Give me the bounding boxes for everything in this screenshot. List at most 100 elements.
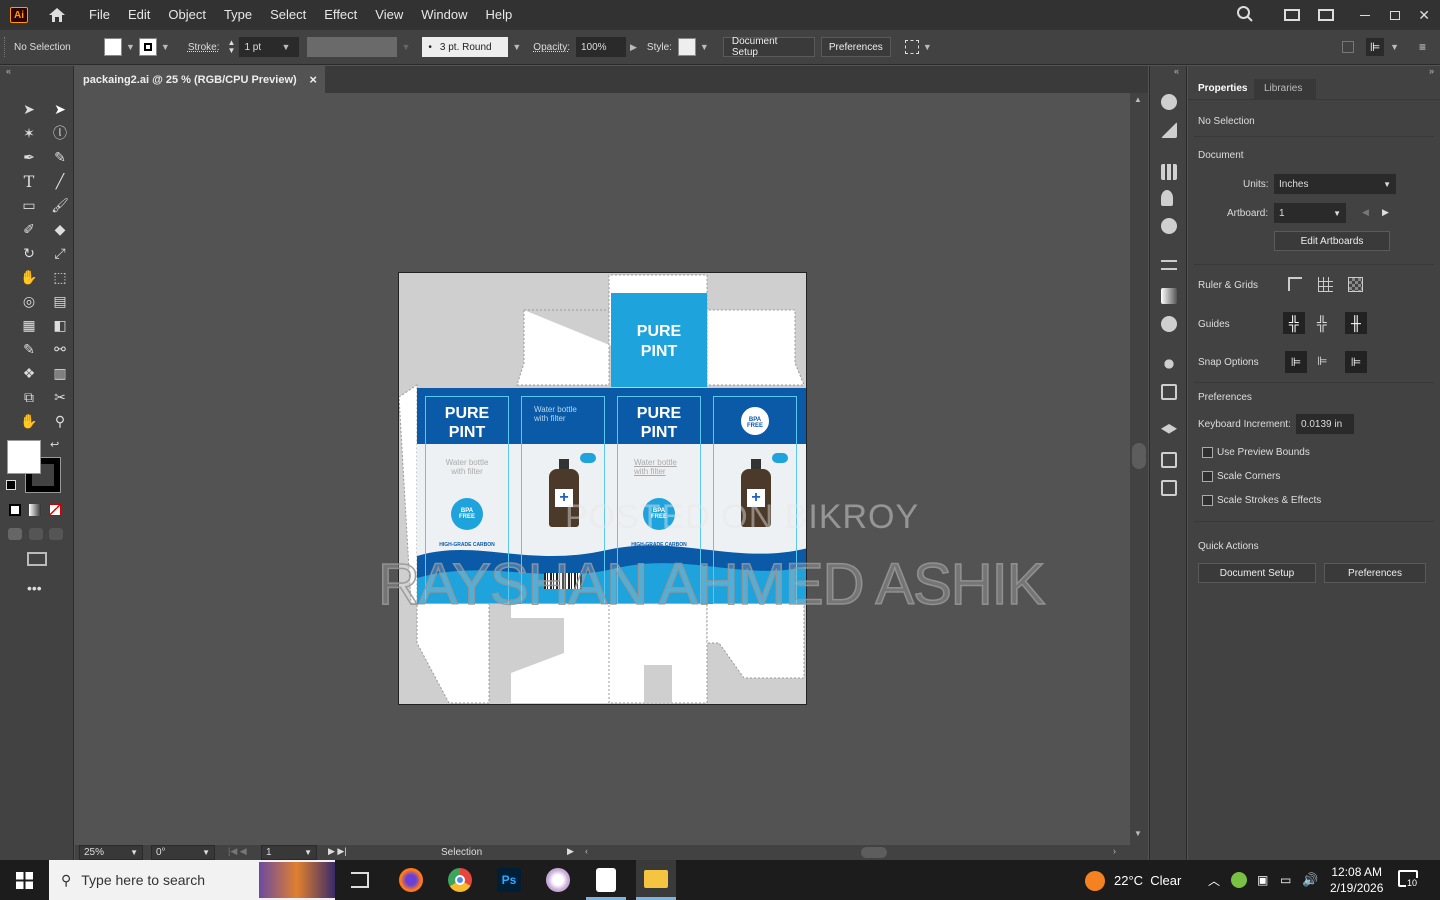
chevron-down-icon[interactable]: ▼ bbox=[1333, 209, 1341, 218]
shape-builder-tool-icon[interactable]: ◎ bbox=[18, 290, 40, 312]
close-tab-icon[interactable]: × bbox=[309, 72, 317, 87]
chevron-down-icon[interactable]: ▼ bbox=[700, 42, 709, 52]
document-setup-button[interactable]: Document Setup bbox=[722, 36, 815, 58]
artboards-icon[interactable] bbox=[1161, 452, 1177, 468]
rotate-tool-icon[interactable]: ↻ bbox=[18, 242, 40, 264]
canvas[interactable]: PURE PINT PURE PINT Water bottle with fi… bbox=[75, 93, 1130, 845]
chevron-down-icon[interactable]: ▼ bbox=[923, 42, 932, 52]
panel-collapse-icon[interactable]: » bbox=[1429, 66, 1434, 76]
symbol-sprayer-tool-icon[interactable]: ❖ bbox=[18, 362, 40, 384]
task-view-icon[interactable] bbox=[351, 872, 369, 888]
gradient-panel-icon[interactable] bbox=[1161, 288, 1177, 304]
scale-corners-checkbox[interactable] bbox=[1202, 471, 1213, 482]
pen-tool-icon[interactable]: ✒ bbox=[18, 146, 40, 168]
scroll-right-icon[interactable]: › bbox=[1113, 846, 1116, 856]
fill-color-swatch[interactable] bbox=[7, 440, 41, 474]
photoshop-icon[interactable]: Ps bbox=[497, 868, 521, 892]
selection-tool-icon[interactable]: ➤ bbox=[18, 98, 40, 120]
menu-select[interactable]: Select bbox=[261, 0, 315, 30]
artboard-tool-icon[interactable]: ⧉ bbox=[18, 386, 40, 408]
zoom-tool-icon[interactable]: ⚲ bbox=[49, 410, 71, 432]
shaper-tool-icon[interactable]: ✐ bbox=[18, 218, 40, 240]
swap-colors-icon[interactable]: ↩ bbox=[50, 438, 59, 451]
transparency-grid-icon[interactable] bbox=[1348, 277, 1363, 292]
paint-icon[interactable] bbox=[546, 868, 570, 892]
variable-width-profile[interactable] bbox=[307, 37, 398, 57]
quick-document-setup-button[interactable]: Document Setup bbox=[1198, 563, 1316, 583]
notepad-icon[interactable] bbox=[596, 868, 616, 892]
more-tools-icon[interactable]: ••• bbox=[27, 580, 42, 596]
type-tool-icon[interactable]: T bbox=[18, 170, 40, 192]
slice-tool-icon[interactable]: ✂ bbox=[49, 386, 71, 408]
collapse-panels-icon[interactable]: « bbox=[1174, 66, 1179, 76]
stroke-stepper-icon[interactable]: ▲ ▼ bbox=[228, 39, 236, 55]
artboard-select[interactable]: 1 ▼ bbox=[1274, 203, 1346, 223]
scroll-down-icon[interactable]: ▼ bbox=[1134, 829, 1142, 838]
snap-to-pixel-icon[interactable]: ⊫ bbox=[1345, 351, 1367, 373]
stroke-panel-icon[interactable] bbox=[1161, 260, 1177, 270]
snap-to-grid-icon[interactable]: ⊫ bbox=[1317, 354, 1327, 368]
menu-type[interactable]: Type bbox=[215, 0, 261, 30]
tab-properties[interactable]: Properties bbox=[1192, 79, 1254, 99]
file-explorer-icon[interactable] bbox=[636, 860, 676, 900]
curvature-tool-icon[interactable]: ✎ bbox=[49, 146, 71, 168]
scale-strokes-checkbox[interactable] bbox=[1202, 495, 1213, 506]
scale-tool-icon[interactable]: ⤢ bbox=[49, 242, 71, 264]
quick-preferences-button[interactable]: Preferences bbox=[1324, 563, 1426, 583]
chevron-down-icon[interactable]: ▼ bbox=[304, 848, 312, 857]
rectangle-tool-icon[interactable]: ▭ bbox=[18, 194, 40, 216]
chevron-down-icon[interactable]: ▼ bbox=[126, 42, 135, 52]
brush-definition[interactable]: • 3 pt. Round bbox=[422, 37, 509, 57]
menu-view[interactable]: View bbox=[366, 0, 412, 30]
zoom-field[interactable]: 25% ▼ bbox=[79, 845, 143, 860]
perspective-grid-tool-icon[interactable]: ▦ bbox=[18, 314, 40, 336]
vertical-scrollbar[interactable]: ▲ ▼ bbox=[1130, 93, 1148, 845]
use-preview-bounds-checkbox[interactable] bbox=[1202, 447, 1213, 458]
live-paint-tool-icon[interactable]: ▤ bbox=[49, 290, 71, 312]
next-artboard-icon[interactable]: ▶ ▶| bbox=[328, 846, 347, 857]
artboard[interactable]: PURE PINT PURE PINT Water bottle with fi… bbox=[398, 272, 807, 705]
preferences-button[interactable]: Preferences bbox=[820, 37, 891, 57]
draw-behind-icon[interactable] bbox=[29, 528, 43, 540]
taskbar-search-box[interactable]: ⚲ Type here to search bbox=[49, 860, 335, 900]
select-similar-icon[interactable] bbox=[904, 40, 919, 54]
chevron-up-icon[interactable]: ︿ bbox=[1208, 872, 1220, 889]
status-menu-icon[interactable]: ▶ bbox=[567, 846, 574, 857]
minimize-icon[interactable] bbox=[1360, 14, 1371, 16]
close-icon[interactable]: ✕ bbox=[1418, 7, 1430, 24]
grid-icon[interactable] bbox=[1318, 277, 1333, 292]
smart-guides-icon[interactable]: ╫ bbox=[1345, 312, 1367, 334]
menu-edit[interactable]: Edit bbox=[119, 0, 159, 30]
fill-swatch[interactable] bbox=[104, 38, 122, 56]
blend-tool-icon[interactable]: ⚯ bbox=[49, 338, 71, 360]
units-select[interactable]: Inches ▼ bbox=[1274, 174, 1396, 194]
style-swatch[interactable] bbox=[677, 38, 696, 56]
rotate-field[interactable]: 0° ▼ bbox=[151, 845, 215, 860]
asset-export-icon[interactable] bbox=[1161, 122, 1177, 138]
document-tab[interactable]: packaing2.ai @ 25 % (RGB/CPU Preview) × bbox=[75, 66, 325, 93]
tab-libraries[interactable]: Libraries bbox=[1254, 79, 1316, 99]
first-artboard-icon[interactable]: |◀ ◀ bbox=[228, 846, 247, 857]
arrange-documents-icon[interactable] bbox=[1284, 9, 1301, 21]
symbols-icon[interactable] bbox=[1161, 218, 1177, 234]
default-colors-icon[interactable] bbox=[6, 480, 16, 490]
links-icon[interactable] bbox=[1161, 480, 1177, 496]
direct-selection-tool-icon[interactable]: ➤ bbox=[49, 98, 71, 120]
draw-normal-icon[interactable] bbox=[8, 528, 22, 540]
swatches-icon[interactable] bbox=[1161, 164, 1177, 180]
weather-text[interactable]: 22°C Clear bbox=[1114, 873, 1181, 888]
chevron-down-icon[interactable]: ▼ bbox=[202, 848, 210, 857]
network-icon[interactable]: ▭ bbox=[1280, 873, 1291, 887]
transparency-icon[interactable] bbox=[1161, 316, 1177, 332]
chevron-down-icon[interactable]: ▼ bbox=[1383, 180, 1391, 189]
none-mode-icon[interactable] bbox=[49, 504, 61, 516]
chevron-down-icon[interactable]: ▼ bbox=[401, 42, 410, 52]
screen-mode-icon[interactable] bbox=[27, 552, 47, 566]
lock-guides-icon[interactable]: ╬ bbox=[1317, 315, 1327, 331]
firefox-icon[interactable] bbox=[399, 868, 423, 892]
edit-artboards-button[interactable]: Edit Artboards bbox=[1274, 231, 1390, 251]
gradient-tool-icon[interactable]: ◧ bbox=[49, 314, 71, 336]
warp-tool-icon[interactable]: ✋ bbox=[18, 266, 40, 288]
meet-icon[interactable]: ▣ bbox=[1257, 873, 1268, 887]
menu-object[interactable]: Object bbox=[159, 0, 215, 30]
